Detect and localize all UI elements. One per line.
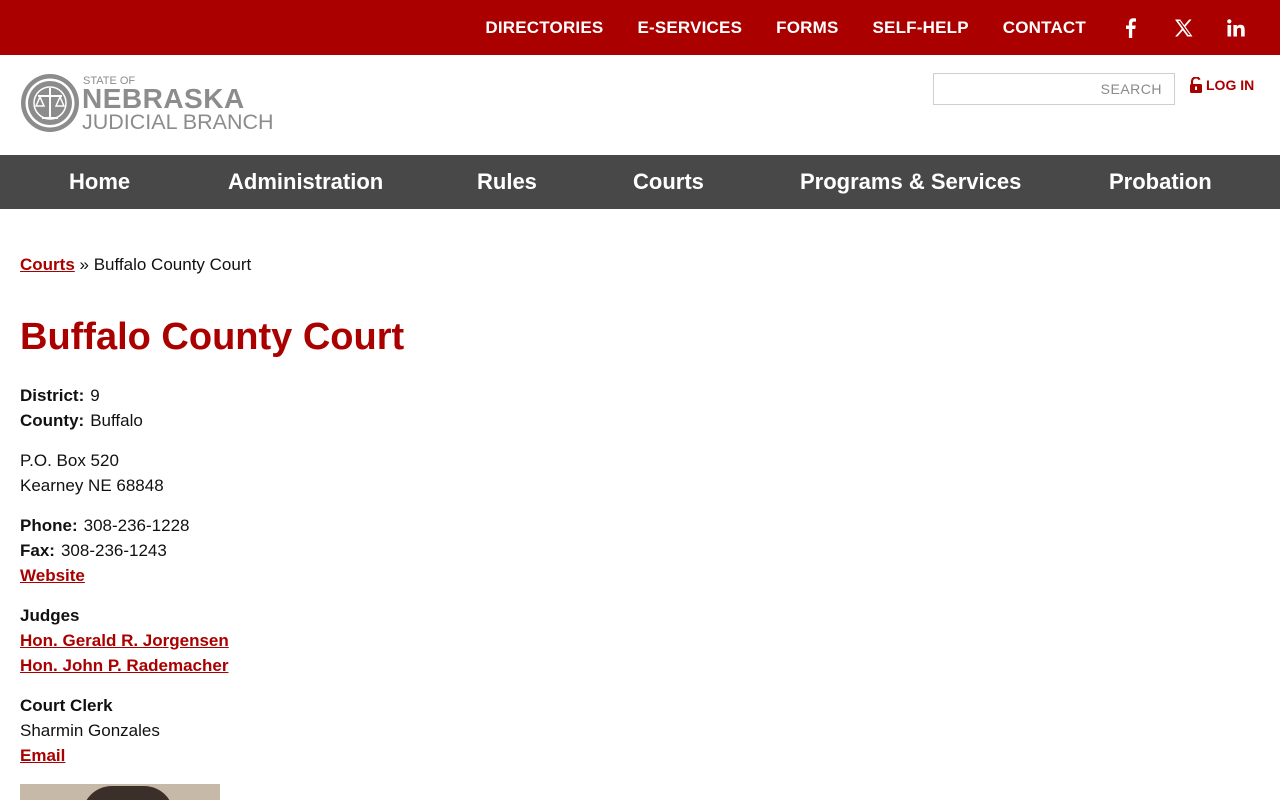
judges-heading: Judges <box>20 606 80 625</box>
top-nav: DIRECTORIES E-SERVICES FORMS SELF-HELP C… <box>485 0 1280 55</box>
main-nav-administration[interactable]: Administration <box>228 155 383 209</box>
main-nav-programs-services[interactable]: Programs & Services <box>800 155 1021 209</box>
district-row: District: 9 <box>20 383 229 408</box>
court-info: District: 9 County: Buffalo P.O. Box 520 K… <box>20 383 229 768</box>
fax-row: Fax: 308-236-1243 <box>20 538 229 563</box>
breadcrumb-separator: » <box>79 255 89 274</box>
clerk-email-link[interactable]: Email <box>20 743 65 768</box>
logo-line-judicial-branch: JUDICIAL BRANCH <box>82 110 274 134</box>
top-nav-forms[interactable]: FORMS <box>776 18 838 38</box>
main-nav-courts[interactable]: Courts <box>633 155 704 209</box>
breadcrumb: Courts » Buffalo County Court <box>20 255 251 275</box>
facebook-icon[interactable] <box>1120 17 1140 39</box>
top-nav-contact[interactable]: CONTACT <box>1003 18 1086 38</box>
unlock-icon <box>1190 77 1202 93</box>
main-nav: Home Administration Rules Courts Program… <box>0 155 1280 209</box>
court-clerk-heading: Court Clerk <box>20 696 113 715</box>
top-nav-e-services[interactable]: E-SERVICES <box>637 18 742 38</box>
phone-value: 308-236-1228 <box>83 516 190 535</box>
main-nav-probation[interactable]: Probation <box>1109 155 1212 209</box>
phone-label: Phone: <box>20 516 78 535</box>
main-nav-home[interactable]: Home <box>69 155 130 209</box>
address-line-2: Kearney NE 68848 <box>20 476 164 495</box>
page-title: Buffalo County Court <box>20 316 405 358</box>
top-nav-directories[interactable]: DIRECTORIES <box>485 18 603 38</box>
website-link[interactable]: Website <box>20 563 85 588</box>
search-input[interactable] <box>934 74 1174 104</box>
top-nav-self-help[interactable]: SELF-HELP <box>873 18 969 38</box>
login-label: LOG IN <box>1206 77 1255 93</box>
breadcrumb-courts-link[interactable]: Courts <box>20 255 75 274</box>
judge-link-jorgensen[interactable]: Hon. Gerald R. Jorgensen <box>20 628 229 653</box>
district-label: District: <box>20 386 85 405</box>
fax-label: Fax: <box>20 541 55 560</box>
top-bar: DIRECTORIES E-SERVICES FORMS SELF-HELP C… <box>0 0 1280 55</box>
phone-row: Phone: 308-236-1228 <box>20 513 229 538</box>
fax-value: 308-236-1243 <box>60 541 167 560</box>
login-link[interactable]: LOG IN <box>1189 77 1254 93</box>
breadcrumb-current: Buffalo County Court <box>93 255 252 274</box>
main-nav-rules[interactable]: Rules <box>477 155 537 209</box>
county-value: Buffalo <box>90 411 143 430</box>
linkedin-icon[interactable] <box>1226 17 1246 39</box>
site-logo[interactable]: STATE OF NEBRASKA JUDICIAL BRANCH <box>20 72 280 134</box>
clerk-photo <box>20 784 220 800</box>
nebraska-seal-logo: STATE OF NEBRASKA JUDICIAL BRANCH <box>21 74 274 134</box>
search-box <box>933 73 1175 105</box>
county-row: County: Buffalo <box>20 408 229 433</box>
address-line-1: P.O. Box 520 <box>20 451 119 470</box>
county-label: County: <box>20 411 85 430</box>
judge-link-rademacher[interactable]: Hon. John P. Rademacher <box>20 653 228 678</box>
x-twitter-icon[interactable] <box>1173 17 1193 39</box>
court-clerk-name: Sharmin Gonzales <box>20 721 160 740</box>
district-value: 9 <box>90 386 100 405</box>
